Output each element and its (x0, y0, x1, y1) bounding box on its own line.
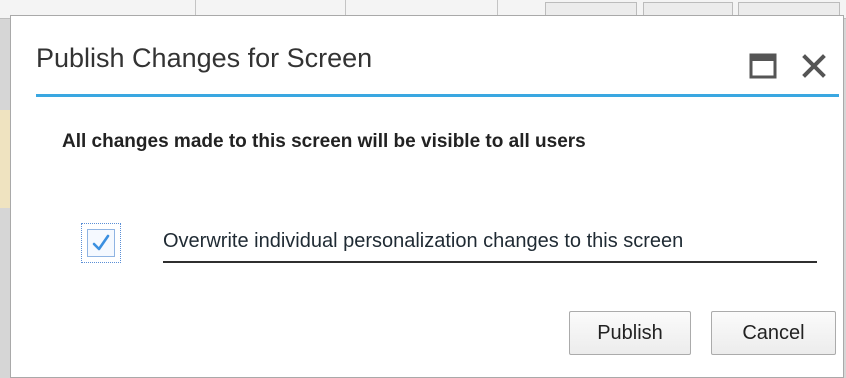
checkbox-box (87, 229, 115, 257)
title-divider (36, 94, 839, 97)
background-panel-edge (0, 110, 10, 208)
publish-changes-dialog: Publish Changes for Screen All changes m… (10, 15, 844, 378)
publish-button[interactable]: Publish (569, 311, 691, 355)
label-underline (163, 261, 817, 263)
overwrite-checkbox[interactable] (81, 223, 121, 263)
dialog-message: All changes made to this screen will be … (62, 131, 586, 152)
maximize-icon (749, 53, 777, 79)
checkmark-icon (92, 234, 110, 251)
close-icon (802, 54, 826, 78)
dialog-title: Publish Changes for Screen (36, 43, 373, 73)
overwrite-checkbox-label[interactable]: Overwrite individual personalization cha… (163, 230, 683, 253)
dialog-title-bar: Publish Changes for Screen (11, 16, 843, 94)
cancel-button[interactable]: Cancel (711, 311, 836, 355)
maximize-button[interactable] (749, 53, 777, 79)
close-button[interactable] (799, 51, 829, 81)
